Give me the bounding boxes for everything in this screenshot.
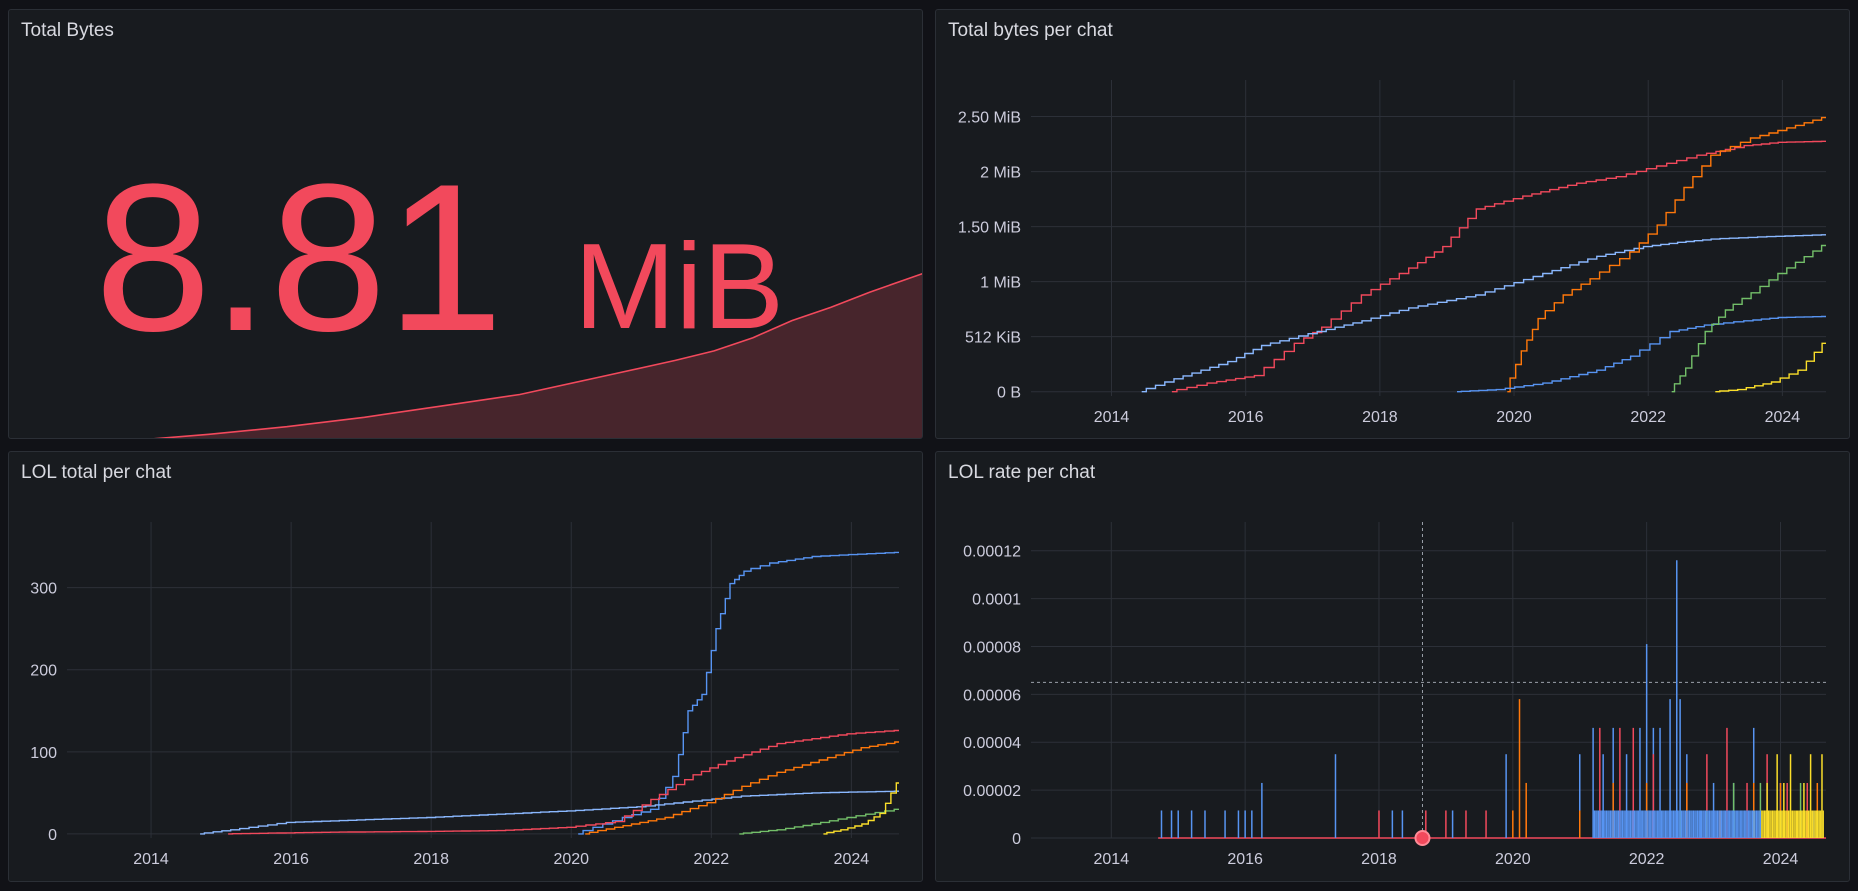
x-tick-label: 2014 bbox=[1094, 851, 1130, 868]
y-tick-label: 2 MiB bbox=[980, 165, 1021, 182]
y-tick-label: 0.0001 bbox=[972, 592, 1021, 609]
y-tick-label: 200 bbox=[30, 663, 57, 680]
lol-rate-chart: 2014 2016 2018 2020 2022 2024 0 0.00002 0.00004 0… bbox=[963, 522, 1826, 868]
x-tick-label: 2016 bbox=[1228, 409, 1264, 426]
total-bytes-chart: 8.81 MiB bbox=[95, 140, 922, 438]
y-tick-label: 100 bbox=[30, 745, 57, 762]
series-line bbox=[1507, 116, 1826, 393]
y-tick-label: 300 bbox=[30, 581, 57, 598]
x-tick-label: 2020 bbox=[553, 851, 589, 868]
y-tick-label: 0.00004 bbox=[963, 735, 1021, 752]
series-line bbox=[739, 808, 899, 835]
stat-unit: MiB bbox=[574, 218, 784, 354]
x-tick-label: 2020 bbox=[1495, 851, 1531, 868]
x-tick-label: 2016 bbox=[273, 851, 309, 868]
x-tick-label: 2018 bbox=[1361, 851, 1397, 868]
panel-lol-total[interactable]: LOL total per chat 2014 2016 2018 2020 2022 2… bbox=[8, 451, 923, 882]
y-tick-label: 0.00006 bbox=[963, 687, 1021, 704]
x-tick-label: 2024 bbox=[1763, 851, 1799, 868]
x-tick-label: 2022 bbox=[1629, 851, 1665, 868]
x-tick-label: 2020 bbox=[1496, 409, 1532, 426]
y-tick-label: 0.00012 bbox=[963, 544, 1021, 561]
y-tick-label: 1 MiB bbox=[980, 275, 1021, 292]
x-tick-label: 2022 bbox=[694, 851, 730, 868]
x-tick-label: 2018 bbox=[1362, 409, 1398, 426]
y-tick-label: 0.00008 bbox=[963, 639, 1021, 656]
x-tick-label: 2014 bbox=[133, 851, 169, 868]
x-tick-label: 2024 bbox=[1765, 409, 1801, 426]
series-line bbox=[1715, 342, 1826, 393]
lol-total-chart: 2014 2016 2018 2020 2022 2024 0 100 200 300 bbox=[30, 522, 899, 868]
panel-lol-rate[interactable]: LOL rate per chat 2014 2016 2018 2020 2022 20… bbox=[935, 451, 1850, 882]
y-tick-label: 0.00002 bbox=[963, 783, 1021, 800]
y-tick-label: 512 KiB bbox=[965, 330, 1021, 347]
series-line bbox=[228, 729, 899, 835]
series-line bbox=[585, 741, 899, 835]
stat-value: 8.81 bbox=[95, 140, 504, 375]
x-tick-label: 2016 bbox=[1227, 851, 1263, 868]
series-line bbox=[823, 782, 899, 835]
x-tick-label: 2014 bbox=[1094, 409, 1130, 426]
y-tick-label: 0 bbox=[1012, 831, 1021, 848]
panel-total-bytes[interactable]: Total Bytes 8.81 MiB bbox=[8, 9, 923, 439]
panel-bytes-per-chat[interactable]: Total bytes per chat 2014 2016 2018 2020 202… bbox=[935, 9, 1850, 439]
x-tick-label: 2022 bbox=[1630, 409, 1666, 426]
y-tick-label: 0 bbox=[48, 827, 57, 844]
y-tick-label: 0 B bbox=[997, 385, 1021, 402]
y-tick-label: 2.50 MiB bbox=[958, 110, 1021, 127]
series-line bbox=[1171, 140, 1826, 393]
series-line bbox=[1457, 315, 1826, 393]
series-line bbox=[1141, 234, 1826, 393]
y-tick-label: 1.50 MiB bbox=[958, 220, 1021, 237]
x-tick-label: 2024 bbox=[834, 851, 870, 868]
hover-point bbox=[1414, 830, 1431, 846]
bytes-per-chat-chart: 2014 2016 2018 2020 2022 2024 0 B 512 KiB 1 MiB 1… bbox=[958, 80, 1826, 426]
x-tick-label: 2018 bbox=[413, 851, 449, 868]
